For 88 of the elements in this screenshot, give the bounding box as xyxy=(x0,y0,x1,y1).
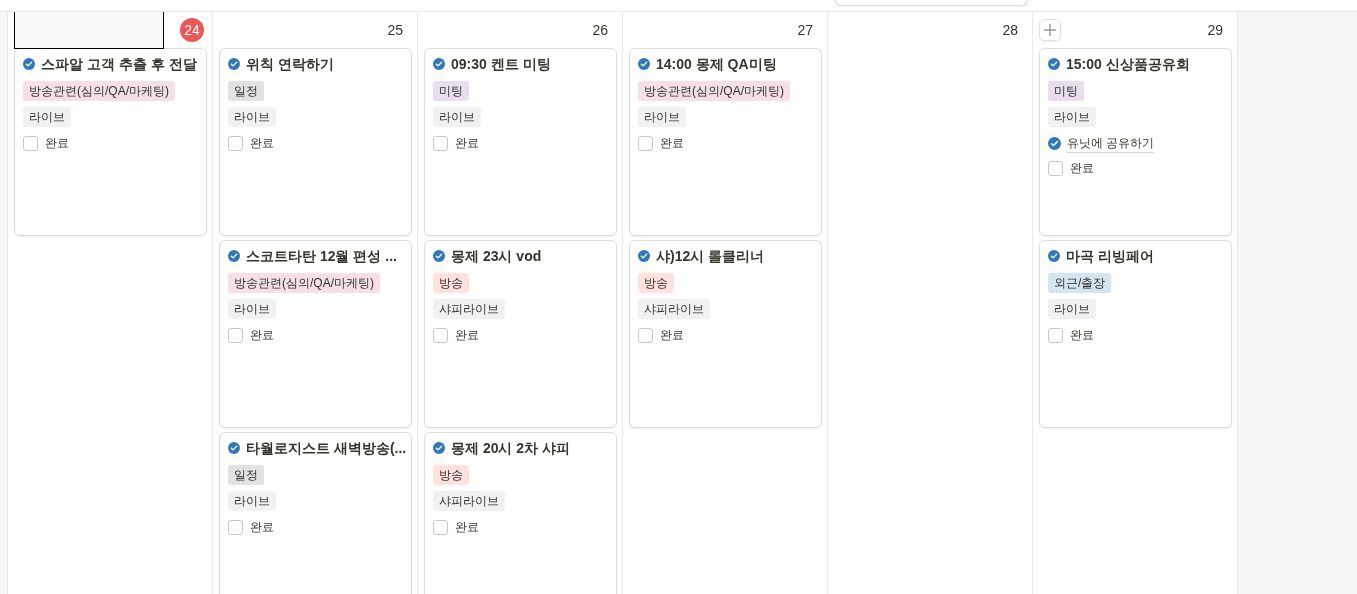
event-card[interactable]: 09:30 켄트 미팅 미팅 라이브 완료 xyxy=(424,48,617,236)
event-title: 타월로지스트 새벽방송(... xyxy=(246,438,407,458)
event-title: 스파알 고객 추출 후 전달 xyxy=(41,54,197,74)
check-circle-icon xyxy=(433,442,445,454)
check-circle-icon xyxy=(433,58,445,70)
tag: 라이브 xyxy=(228,299,276,319)
event-card[interactable]: 타월로지스트 새벽방송(... 일정 라이브 완료 xyxy=(219,432,412,594)
check-circle-icon xyxy=(638,58,650,70)
checkbox[interactable] xyxy=(433,327,448,343)
check-circle-icon xyxy=(1048,250,1060,262)
tag: 라이브 xyxy=(638,107,686,127)
date-number: 28 xyxy=(1002,20,1019,40)
date-number: 29 xyxy=(1207,20,1224,40)
tag: 외근/출장 xyxy=(1048,273,1112,293)
tag: 미팅 xyxy=(1048,81,1084,101)
checkbox-label: 완료 xyxy=(250,327,274,344)
event-title: 14:00 몽제 QA미팅 xyxy=(656,54,777,74)
check-circle-icon xyxy=(1048,136,1061,150)
event-card[interactable]: 샤)12시 롤클리너 방송 샤피라이브 완료 xyxy=(629,240,822,428)
check-circle-icon xyxy=(1048,58,1060,70)
tag: 일정 xyxy=(228,465,264,485)
card-edge[interactable] xyxy=(835,0,1028,6)
tag: 미팅 xyxy=(433,81,469,101)
plus-icon xyxy=(1043,23,1057,37)
event-title: 몽제 23시 vod xyxy=(451,246,542,266)
event-title: 마곡 리빙페어 xyxy=(1066,246,1154,266)
event-card[interactable]: 14:00 몽제 QA미팅 방송관련(심의/QA/마케팅) 라이브 완료 xyxy=(629,48,822,236)
checkbox[interactable] xyxy=(1048,327,1063,343)
checkbox[interactable] xyxy=(228,327,243,343)
tag: 라이브 xyxy=(23,107,71,127)
check-circle-icon xyxy=(228,442,240,454)
checkbox-label: 완료 xyxy=(660,135,684,152)
tag: 라이브 xyxy=(1048,107,1096,127)
tag: 방송 xyxy=(433,465,469,485)
event-title: 몽제 20시 2차 샤피 xyxy=(451,438,571,458)
tag: 샤피라이브 xyxy=(433,299,505,319)
tag: 라이브 xyxy=(1048,299,1096,319)
checkbox[interactable] xyxy=(638,327,653,343)
check-circle-icon xyxy=(228,250,240,262)
check-circle-icon xyxy=(433,250,445,262)
checkbox[interactable] xyxy=(228,519,243,535)
checkbox-label: 완료 xyxy=(45,135,69,152)
event-title: 15:00 신상품공유회 xyxy=(1066,54,1190,74)
tag: 방송관련(심의/QA/마케팅) xyxy=(638,81,790,101)
checkbox-label: 완료 xyxy=(1070,160,1094,177)
event-card[interactable]: 몽제 23시 vod 방송 샤피라이브 완료 xyxy=(424,240,617,428)
checkbox[interactable] xyxy=(433,519,448,535)
event-card[interactable]: 마곡 리빙페어 외근/출장 라이브 완료 xyxy=(1039,240,1232,428)
checkbox-label: 완료 xyxy=(660,327,684,344)
event-card[interactable]: 스파알 고객 추출 후 전달 방송관련(심의/QA/마케팅) 라이브 완료 xyxy=(14,48,207,236)
linked-page[interactable]: 유닛에 공유하기 xyxy=(1067,133,1155,153)
checkbox-label: 완료 xyxy=(250,519,274,536)
event-title: 스코트타탄 12월 편성 ... xyxy=(246,246,397,266)
date-number: 27 xyxy=(797,20,814,40)
tag: 방송관련(심의/QA/마케팅) xyxy=(228,273,380,293)
checkbox-label: 완료 xyxy=(1070,327,1094,344)
checkbox[interactable] xyxy=(638,135,653,151)
add-button[interactable] xyxy=(1039,19,1061,41)
event-title: 09:30 켄트 미팅 xyxy=(451,54,551,74)
event-title: 샤)12시 롤클리너 xyxy=(656,246,765,266)
event-card[interactable]: 몽제 20시 2차 샤피 방송 샤피라이브 완료 xyxy=(424,432,617,594)
checkbox[interactable] xyxy=(1048,160,1063,176)
tag: 라이브 xyxy=(228,491,276,511)
checkbox-label: 완료 xyxy=(455,519,479,536)
tag: 샤피라이브 xyxy=(433,491,505,511)
checkbox-label: 완료 xyxy=(455,135,479,152)
tag: 라이브 xyxy=(433,107,481,127)
checkbox[interactable] xyxy=(23,135,38,151)
tag: 방송 xyxy=(433,273,469,293)
date-number: 25 xyxy=(387,20,404,40)
event-card[interactable]: 스코트타탄 12월 편성 ... 방송관련(심의/QA/마케팅) 라이브 완료 xyxy=(219,240,412,428)
tag: 일정 xyxy=(228,81,264,101)
event-card[interactable]: 위칙 연락하기 일정 라이브 완료 xyxy=(219,48,412,236)
checkbox-label: 완료 xyxy=(250,135,274,152)
tag: 방송관련(심의/QA/마케팅) xyxy=(23,81,175,101)
event-card[interactable]: 15:00 신상품공유회 미팅 라이브 유닛에 공유하기 완료 xyxy=(1039,48,1232,236)
checkbox[interactable] xyxy=(433,135,448,151)
tag: 방송 xyxy=(638,273,674,293)
check-circle-icon xyxy=(23,58,35,70)
tag: 라이브 xyxy=(228,107,276,127)
checkbox[interactable] xyxy=(228,135,243,151)
tag: 샤피라이브 xyxy=(638,299,710,319)
checkbox-label: 완료 xyxy=(455,327,479,344)
date-number: 26 xyxy=(592,20,609,40)
today-date: 24 xyxy=(180,18,204,42)
check-circle-icon xyxy=(228,58,240,70)
event-title: 위칙 연락하기 xyxy=(246,54,334,74)
check-circle-icon xyxy=(638,250,650,262)
